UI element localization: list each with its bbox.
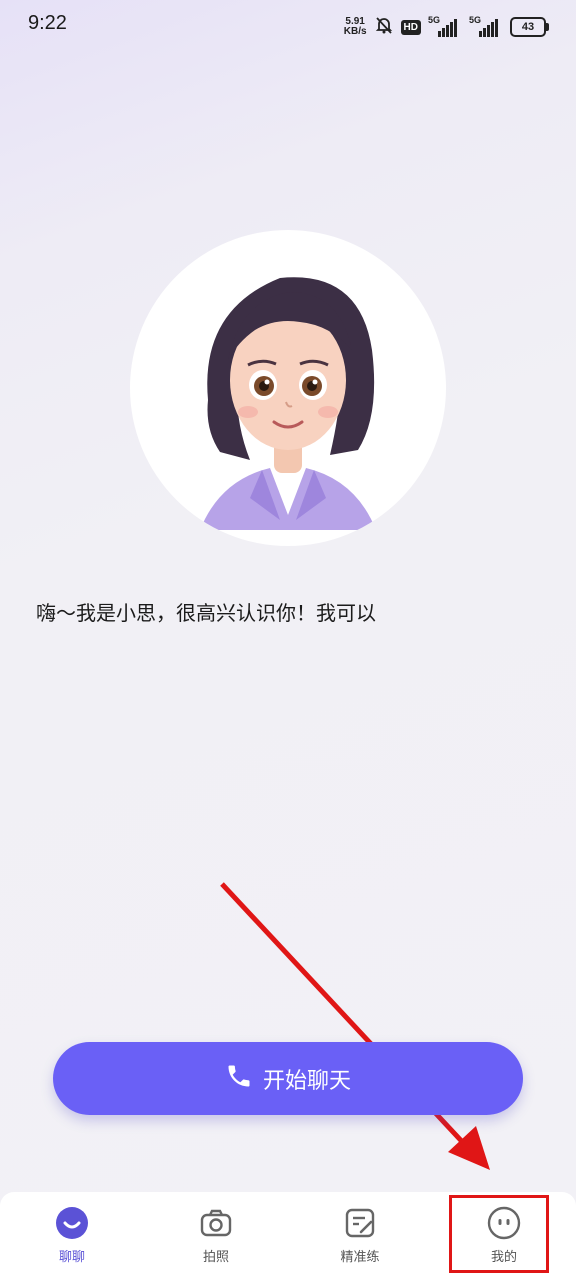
camera-icon <box>199 1206 233 1240</box>
annotation-highlight-box <box>449 1195 549 1273</box>
signal-2-icon: 5G <box>469 15 503 37</box>
mute-bell-icon <box>374 15 394 39</box>
assistant-greeting: 嗨～我是小思，很高兴认识你！我可以 <box>36 601 376 625</box>
status-icons: 5.91 KB/s HD 5G 5G 43 <box>343 14 549 40</box>
battery-indicator: 43 <box>510 17 549 37</box>
practice-edit-icon <box>343 1206 377 1240</box>
status-bar: 9:22 5.91 KB/s HD 5G 5G 43 <box>0 0 576 54</box>
avatar-illustration <box>200 277 376 530</box>
signal-1-icon: 5G <box>428 15 462 37</box>
tab-practice-label: 精准练 <box>340 1250 380 1265</box>
start-chat-button[interactable]: 开始聊天 <box>53 1042 523 1115</box>
tab-chat[interactable]: 聊聊 <box>0 1192 144 1280</box>
status-time: 9:22 <box>28 12 67 34</box>
tab-practice[interactable]: 精准练 <box>288 1192 432 1280</box>
tab-chat-label: 聊聊 <box>58 1250 85 1265</box>
chat-face-icon <box>55 1206 89 1240</box>
tab-photo-label: 拍照 <box>202 1250 229 1265</box>
network-speed: 5.91 KB/s <box>343 16 367 37</box>
phone-icon <box>225 1062 253 1096</box>
start-chat-label: 开始聊天 <box>262 1068 351 1094</box>
hd-badge: HD <box>400 19 421 35</box>
assistant-avatar <box>130 230 446 546</box>
tab-photo[interactable]: 拍照 <box>144 1192 288 1280</box>
